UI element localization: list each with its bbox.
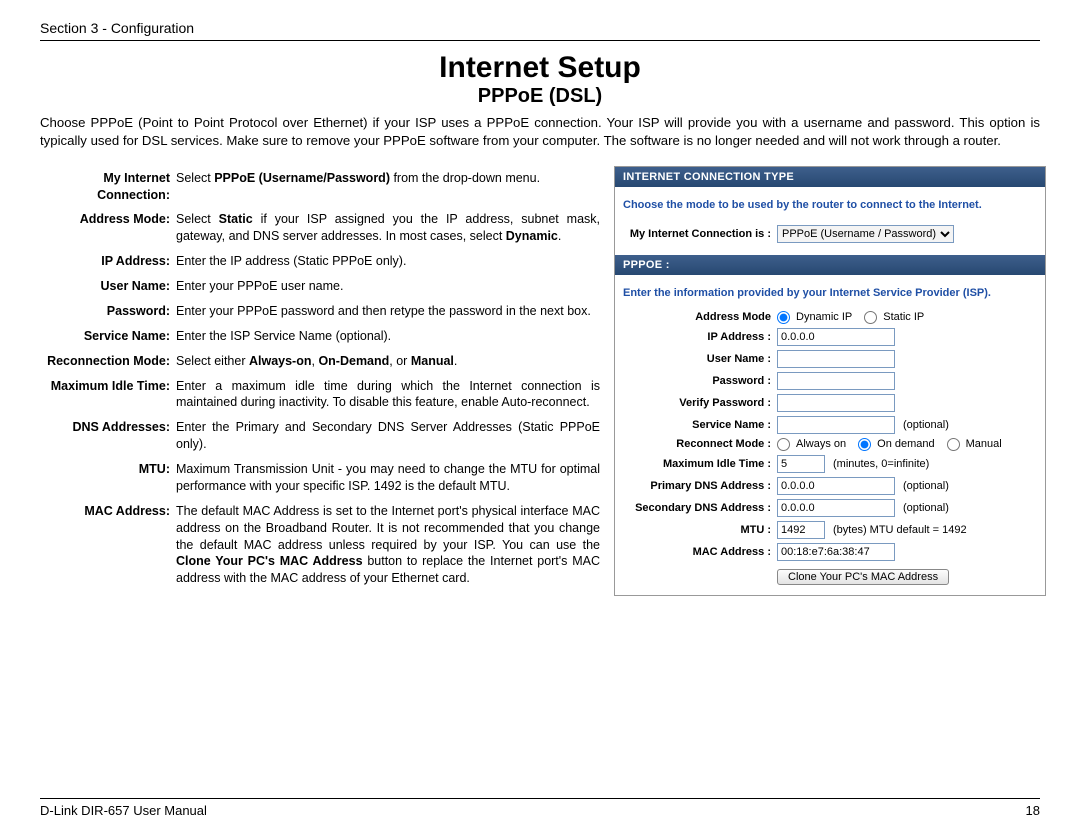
radio-manual[interactable] bbox=[947, 438, 960, 451]
term-address-mode: Address Mode: bbox=[40, 207, 176, 249]
term-ip: IP Address: bbox=[40, 249, 176, 274]
radio-dynamic-ip-label: Dynamic IP bbox=[796, 311, 852, 323]
desc-user: Enter your PPPoE user name. bbox=[176, 274, 600, 299]
ip-label: IP Address : bbox=[623, 331, 777, 343]
term-dns: DNS Addresses: bbox=[40, 415, 176, 457]
desc-mac: The default MAC Address is set to the In… bbox=[176, 499, 600, 591]
verify-label: Verify Password : bbox=[623, 397, 777, 409]
desc-pass: Enter your PPPoE password and then retyp… bbox=[176, 299, 600, 324]
radio-always-on[interactable] bbox=[777, 438, 790, 451]
term-idle: Maximum Idle Time: bbox=[40, 374, 176, 416]
mtu-input[interactable] bbox=[777, 521, 825, 539]
idle-input[interactable] bbox=[777, 455, 825, 473]
service-optional: (optional) bbox=[903, 419, 949, 431]
mtu-label: MTU : bbox=[623, 524, 777, 536]
page-title: Internet Setup bbox=[40, 51, 1040, 85]
desc-reconn: Select either Always-on, On-Demand, or M… bbox=[176, 349, 600, 374]
radio-always-on-label: Always on bbox=[796, 438, 846, 450]
definitions-column: My Internet Connection: Select PPPoE (Us… bbox=[40, 166, 600, 596]
idle-units: (minutes, 0=infinite) bbox=[833, 458, 929, 470]
pass-label: Password : bbox=[623, 375, 777, 387]
pdns-label: Primary DNS Address : bbox=[623, 480, 777, 492]
pdns-input[interactable] bbox=[777, 477, 895, 495]
desc-mtu: Maximum Transmission Unit - you may need… bbox=[176, 457, 600, 499]
panel-bar-connection-type: Internet Connection Type bbox=[615, 167, 1045, 187]
intro-paragraph: Choose PPPoE (Point to Point Protocol ov… bbox=[40, 114, 1040, 150]
desc-dns: Enter the Primary and Secondary DNS Serv… bbox=[176, 415, 600, 457]
mtu-units: (bytes) MTU default = 1492 bbox=[833, 524, 967, 536]
term-service: Service Name: bbox=[40, 324, 176, 349]
ip-input[interactable] bbox=[777, 328, 895, 346]
mac-label: MAC Address : bbox=[623, 546, 777, 558]
desc-my-internet: Select PPPoE (Username/Password) from th… bbox=[176, 166, 600, 208]
term-my-internet: My Internet Connection: bbox=[40, 166, 176, 208]
page-subtitle: PPPoE (DSL) bbox=[40, 85, 1040, 108]
service-input[interactable] bbox=[777, 416, 895, 434]
desc-idle: Enter a maximum idle time during which t… bbox=[176, 374, 600, 416]
footer-manual: D-Link DIR-657 User Manual bbox=[40, 803, 207, 818]
user-label: User Name : bbox=[623, 353, 777, 365]
pass-input[interactable] bbox=[777, 372, 895, 390]
footer-page: 18 bbox=[1026, 803, 1040, 818]
term-mtu: MTU: bbox=[40, 457, 176, 499]
mac-input[interactable] bbox=[777, 543, 895, 561]
term-user: User Name: bbox=[40, 274, 176, 299]
radio-on-demand[interactable] bbox=[858, 438, 871, 451]
sdns-input[interactable] bbox=[777, 499, 895, 517]
reconnect-label: Reconnect Mode : bbox=[623, 438, 777, 450]
term-reconn: Reconnection Mode: bbox=[40, 349, 176, 374]
radio-static-ip[interactable] bbox=[864, 311, 877, 324]
mic-label: My Internet Connection is : bbox=[623, 228, 777, 240]
router-ui-column: Internet Connection Type Choose the mode… bbox=[614, 166, 1044, 596]
radio-dynamic-ip[interactable] bbox=[777, 311, 790, 324]
desc-service: Enter the ISP Service Name (optional). bbox=[176, 324, 600, 349]
pdns-optional: (optional) bbox=[903, 480, 949, 492]
clone-mac-button[interactable]: Clone Your PC's MAC Address bbox=[777, 569, 949, 585]
radio-on-demand-label: On demand bbox=[877, 438, 934, 450]
panel-bar-pppoe: PPPOE : bbox=[615, 255, 1045, 275]
user-input[interactable] bbox=[777, 350, 895, 368]
definitions-table: My Internet Connection: Select PPPoE (Us… bbox=[40, 166, 600, 592]
radio-manual-label: Manual bbox=[966, 438, 1002, 450]
verify-input[interactable] bbox=[777, 394, 895, 412]
sdns-optional: (optional) bbox=[903, 502, 949, 514]
bottom-rule bbox=[40, 798, 1040, 799]
term-mac: MAC Address: bbox=[40, 499, 176, 591]
addr-mode-label: Address Mode bbox=[623, 311, 777, 323]
router-panel: Internet Connection Type Choose the mode… bbox=[614, 166, 1046, 596]
sdns-label: Secondary DNS Address : bbox=[623, 502, 777, 514]
mic-select[interactable]: PPPoE (Username / Password) bbox=[777, 225, 954, 243]
service-label: Service Name : bbox=[623, 419, 777, 431]
desc-address-mode: Select Static if your ISP assigned you t… bbox=[176, 207, 600, 249]
term-pass: Password: bbox=[40, 299, 176, 324]
pppoe-info-text: Enter the information provided by your I… bbox=[623, 281, 1037, 309]
desc-ip: Enter the IP address (Static PPPoE only)… bbox=[176, 249, 600, 274]
choose-mode-text: Choose the mode to be used by the router… bbox=[623, 193, 1037, 223]
top-rule bbox=[40, 40, 1040, 41]
section-header: Section 3 - Configuration bbox=[40, 20, 1040, 36]
radio-static-ip-label: Static IP bbox=[883, 311, 924, 323]
idle-label: Maximum Idle Time : bbox=[623, 458, 777, 470]
